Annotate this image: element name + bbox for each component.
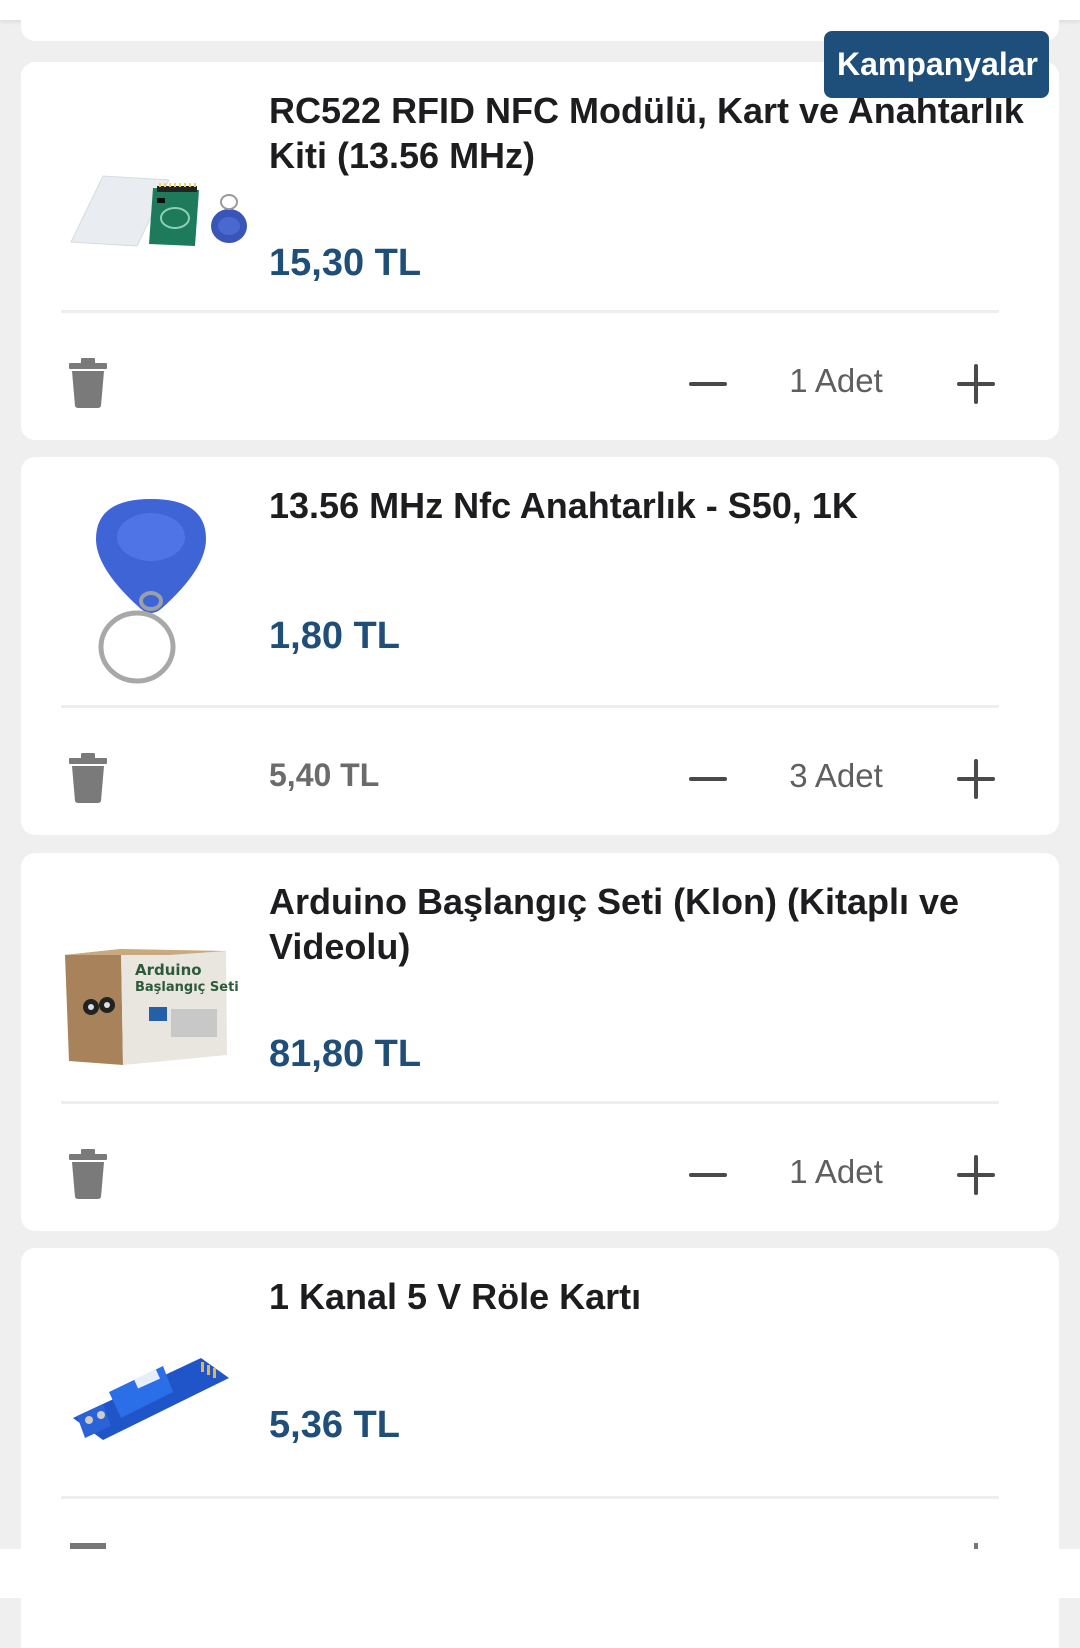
relay-board-image xyxy=(51,1280,251,1480)
quantity-label: 1 Adet xyxy=(789,1153,883,1190)
cart-item-card: 13.56 MHz Nfc Anahtarlık - S50, 1K 1,80 … xyxy=(21,457,1059,835)
divider xyxy=(61,1496,999,1499)
product-title[interactable]: RC522 RFID NFC Modülü, Kart ve Anahtarlı… xyxy=(269,88,1029,178)
rfid-kit-image xyxy=(51,94,251,294)
cart-item-card: Arduino Başlangıç Seti Arduino Başlangıç… xyxy=(21,853,1059,1231)
product-price: 15,30 TL xyxy=(269,242,422,284)
product-price: 81,80 TL xyxy=(269,1033,422,1075)
top-bar xyxy=(0,0,1080,20)
product-price: 1,80 TL xyxy=(269,615,400,657)
cart-item-card: RC522 RFID NFC Modülü, Kart ve Anahtarlı… xyxy=(21,62,1059,440)
product-title[interactable]: Arduino Başlangıç Seti (Klon) (Kitaplı v… xyxy=(269,879,1029,969)
minus-icon[interactable] xyxy=(689,362,729,406)
quantity-label: 3 Adet xyxy=(789,757,883,794)
quantity-label: 1 Adet xyxy=(789,362,883,399)
bottom-area xyxy=(0,1549,1080,1598)
box-label-line-2: Başlangıç Seti xyxy=(135,980,239,995)
plus-icon[interactable] xyxy=(957,757,997,801)
box-label-line-1: Arduino xyxy=(135,961,202,979)
product-title[interactable]: 13.56 MHz Nfc Anahtarlık - S50, 1K xyxy=(269,483,1029,528)
item-subtotal: 5,40 TL xyxy=(269,757,380,793)
minus-icon[interactable] xyxy=(689,757,729,801)
product-price: 5,36 TL xyxy=(269,1404,400,1446)
minus-icon[interactable] xyxy=(689,1153,729,1197)
divider xyxy=(61,310,999,313)
nfc-keychain-image xyxy=(51,489,251,689)
campaigns-button[interactable]: Kampanyalar xyxy=(824,31,1049,98)
trash-icon[interactable] xyxy=(69,1149,107,1199)
plus-icon[interactable] xyxy=(957,1153,997,1197)
trash-icon[interactable] xyxy=(69,358,107,408)
divider xyxy=(61,1101,999,1104)
arduino-kit-box-image: Arduino Başlangıç Seti xyxy=(51,885,251,1085)
product-title[interactable]: 1 Kanal 5 V Röle Kartı xyxy=(269,1274,1029,1319)
plus-icon[interactable] xyxy=(957,362,997,406)
trash-icon[interactable] xyxy=(69,753,107,803)
divider xyxy=(61,705,999,708)
